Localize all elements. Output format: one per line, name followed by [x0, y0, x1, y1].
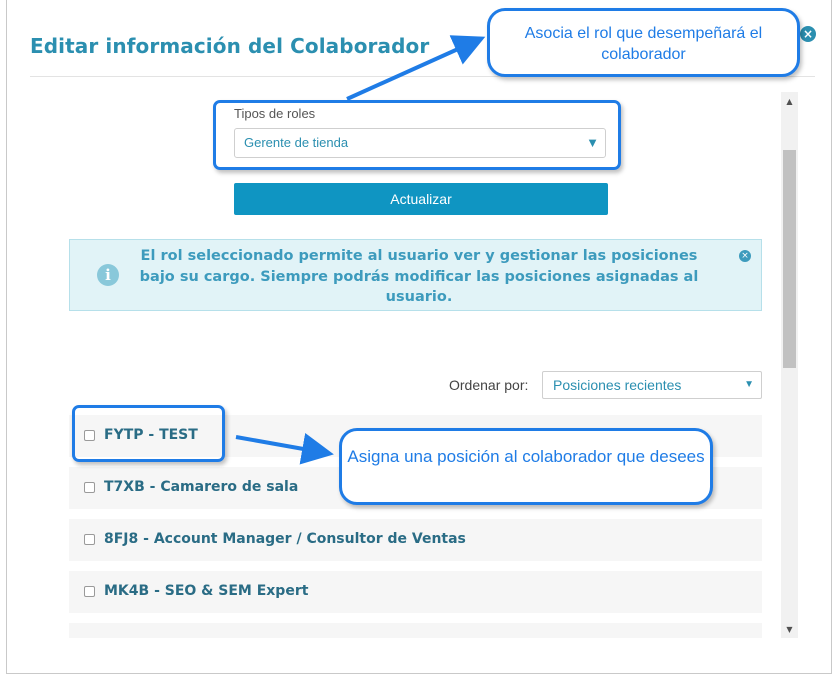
arrow-to-title [346, 35, 486, 101]
annotation-arrows [235, 35, 486, 465]
annotation-callout-position: Asigna una posición al colaborador que d… [339, 428, 713, 505]
arrow-to-position [235, 433, 334, 465]
annotation-callout-role: Asocia el rol que desempeñará el colabor… [487, 8, 800, 77]
